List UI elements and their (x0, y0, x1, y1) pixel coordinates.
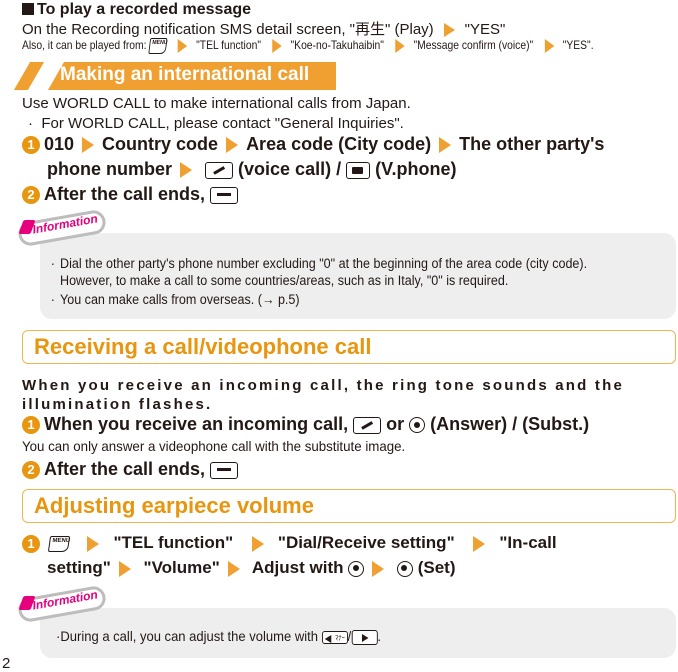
international-step2: 2 After the call ends, (22, 184, 239, 205)
info-bullet: ·During a call, you can adjust the volum… (56, 628, 381, 645)
receiving-intro: When you receive an incoming call, the r… (22, 377, 625, 413)
center-key-icon (396, 560, 413, 577)
arrow-icon (544, 39, 555, 53)
square-bullet-icon (22, 3, 34, 15)
volume-header: Adjusting earpiece volume (22, 489, 676, 523)
receiving-note: You can only answer a videophone call wi… (22, 438, 406, 454)
volume-step1: 1 MENU "TEL function" "Dial/Receive sett… (22, 533, 557, 553)
international-step1-line2: phone number (voice call) / (V.phone) (47, 159, 457, 179)
receiving-step2: 2 After the call ends, (22, 459, 239, 480)
arrow-icon (372, 560, 385, 577)
arrow-icon (180, 162, 192, 179)
info-bullet: · Dial the other party's phone number exc… (50, 256, 588, 288)
info-bullet: · You can make calls from overseas. (→ p.… (50, 292, 300, 307)
international-step1: 1 010 Country code Area code (City code) The… (22, 134, 604, 155)
arrow-icon (272, 39, 282, 53)
volume-down-key-icon: ﾏﾅｰ (321, 630, 348, 644)
arrow-icon (395, 39, 405, 53)
receiving-step1: 1 When you receive an incoming call, or (… (22, 414, 589, 435)
vphone-key-icon (346, 161, 371, 179)
arrow-icon (118, 560, 131, 577)
call-key-icon (205, 161, 234, 179)
up-down-key-icon (348, 560, 365, 577)
information-tag: Information (16, 208, 110, 248)
international-intro: Use WORLD CALL to make international cal… (22, 95, 411, 112)
step-number-2: 2 (22, 461, 40, 480)
information-box: ·During a call, you can adjust the volum… (40, 608, 676, 658)
arrow-icon (226, 137, 239, 154)
arrow-icon (473, 535, 486, 552)
arrow-icon (227, 560, 240, 577)
volume-step1-line2: setting" "Volume" Adjust with (Set) (47, 558, 456, 577)
call-key-icon (353, 416, 382, 434)
receiving-header: Receiving a call/videophone call (22, 330, 676, 364)
volume-up-key-icon (351, 629, 378, 645)
arrow-icon (178, 39, 188, 53)
end-key-icon (210, 186, 239, 204)
recorded-line1: On the Recording notification SMS detail… (22, 21, 506, 38)
stripe-decoration (13, 62, 45, 90)
section-title: Receiving a call/videophone call (34, 334, 372, 359)
international-header: Making an international call (13, 62, 336, 90)
section-title: Adjusting earpiece volume (34, 493, 314, 518)
information-box: · Dial the other party's phone number exc… (40, 233, 676, 319)
menu-key-icon: MENU (47, 535, 70, 552)
step-number-2: 2 (22, 186, 40, 205)
page-number: 2 (2, 655, 11, 672)
arrow-icon (439, 137, 452, 154)
step-number-1: 1 (22, 416, 40, 435)
section-title: Making an international call (60, 64, 310, 85)
recorded-also: Also, it can be played from: MENU "TEL f… (22, 38, 594, 54)
international-note: · For WORLD CALL, please contact "Genera… (28, 115, 404, 132)
end-key-icon (210, 461, 239, 479)
step-number-1: 1 (22, 534, 40, 553)
menu-key-icon: MENU (148, 38, 168, 54)
recorded-heading: To play a recorded message (22, 1, 251, 19)
arrow-icon (443, 23, 455, 38)
arrow-icon (87, 535, 100, 552)
center-key-icon (409, 417, 426, 434)
step-number-1: 1 (22, 136, 40, 155)
arrow-icon (251, 535, 264, 552)
information-tag: Information (16, 584, 110, 624)
arrow-icon (82, 137, 95, 154)
